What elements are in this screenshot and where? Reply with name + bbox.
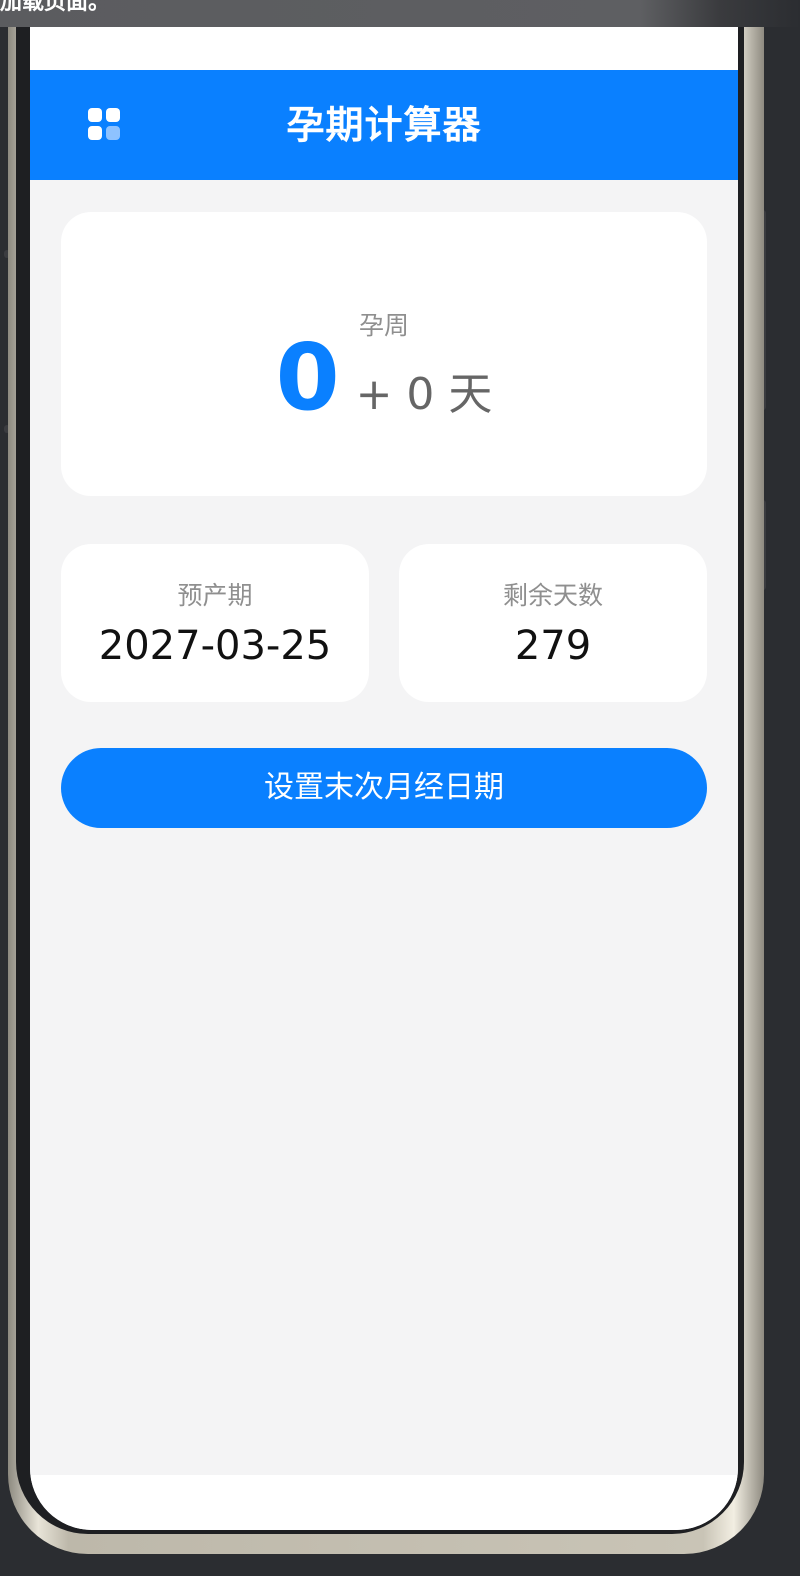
- pregnancy-week-value: 0 + 0 天: [61, 332, 707, 441]
- bottom-bar: [30, 1475, 738, 1530]
- main-content: 孕周 0 + 0 天 预产期 2027-03-25 剩余天数 279 设置末次月经…: [30, 180, 738, 1475]
- page-title: 孕期计算器: [286, 103, 482, 147]
- remaining-days-label: 剩余天数: [502, 581, 603, 610]
- phone-screen: 孕期计算器 孕周 0 + 0 天 预产期 2027-03-25 剩余天数 279 …: [30, 0, 738, 1530]
- pregnancy-week-card: 孕周 0 + 0 天: [61, 212, 707, 496]
- due-date-card: 预产期 2027-03-25: [61, 544, 369, 702]
- extra-days: + 0 天: [355, 369, 493, 420]
- due-date-label: 预产期: [177, 581, 253, 610]
- notification-text: 加载页面。: [0, 0, 111, 15]
- week-count: 0: [275, 324, 340, 431]
- remaining-days-value: 279: [514, 623, 592, 669]
- grid-icon[interactable]: [88, 108, 120, 140]
- notification-bar: 加载页面。: [0, 0, 800, 27]
- due-date-value: 2027-03-25: [98, 623, 332, 669]
- remaining-days-card: 剩余天数 279: [399, 544, 707, 702]
- set-last-period-button[interactable]: 设置末次月经日期: [61, 748, 707, 828]
- app-header: 孕期计算器: [30, 70, 738, 180]
